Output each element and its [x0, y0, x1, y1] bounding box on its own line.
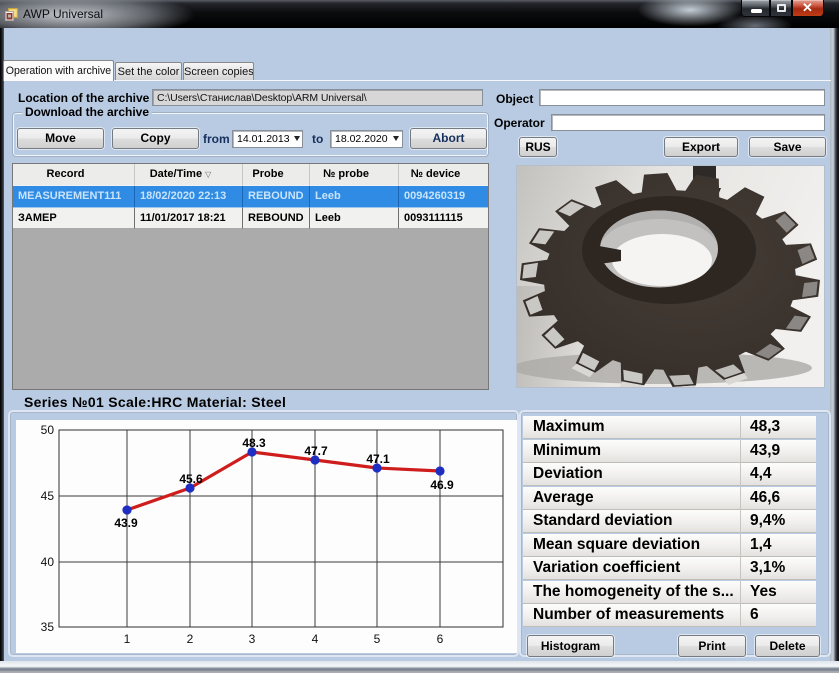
- svg-text:1: 1: [124, 632, 131, 646]
- svg-text:47.7: 47.7: [304, 444, 328, 458]
- svg-text:48.3: 48.3: [242, 436, 266, 450]
- svg-text:2: 2: [187, 632, 194, 646]
- svg-text:4: 4: [312, 632, 319, 646]
- svg-text:5: 5: [374, 632, 381, 646]
- svg-text:47.1: 47.1: [366, 452, 390, 466]
- svg-text:43.9: 43.9: [114, 516, 138, 530]
- svg-text:40: 40: [41, 555, 55, 569]
- svg-text:35: 35: [41, 620, 55, 634]
- svg-text:45: 45: [41, 489, 55, 503]
- svg-text:45.6: 45.6: [179, 472, 203, 486]
- svg-text:46.9: 46.9: [430, 478, 454, 492]
- svg-text:3: 3: [249, 632, 256, 646]
- svg-text:50: 50: [41, 423, 55, 437]
- svg-text:6: 6: [437, 632, 444, 646]
